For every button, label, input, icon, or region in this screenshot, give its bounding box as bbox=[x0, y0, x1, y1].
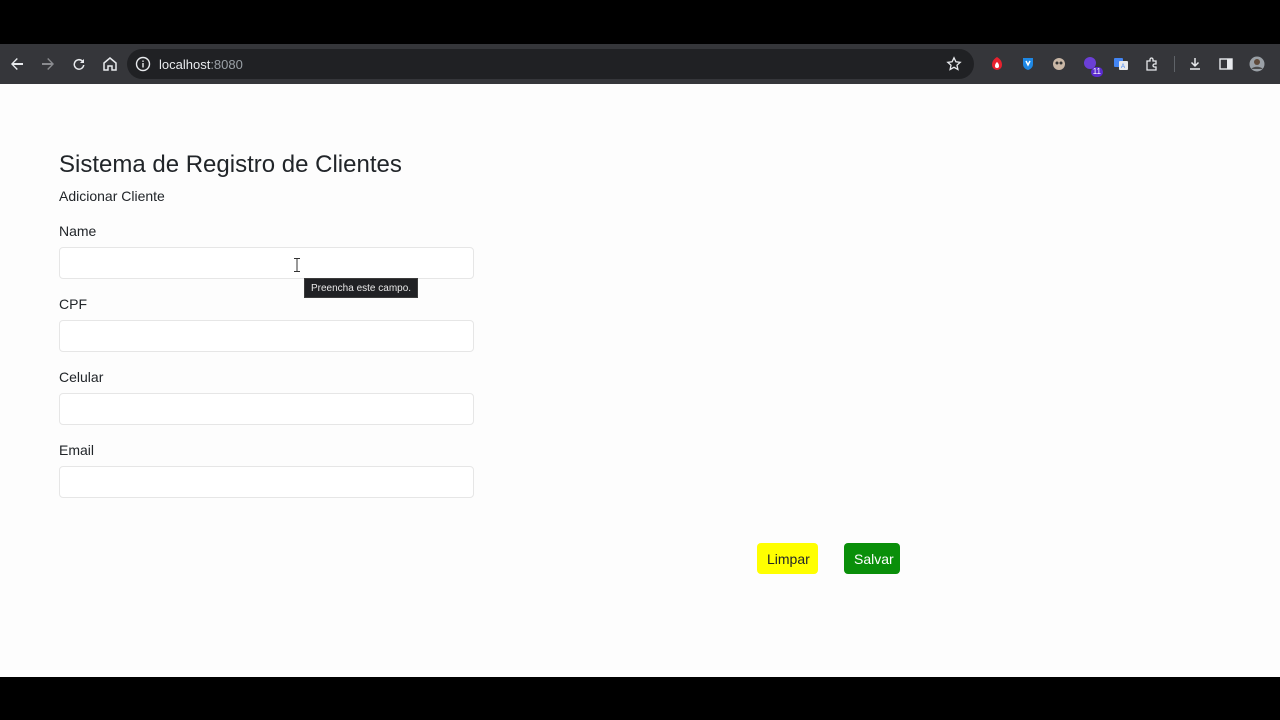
download-icon[interactable] bbox=[1184, 53, 1206, 75]
page-viewport: Sistema de Registro de Clientes Adiciona… bbox=[0, 84, 1280, 677]
url-text: localhost:8080 bbox=[159, 57, 243, 72]
page-title: Sistema de Registro de Clientes bbox=[59, 151, 402, 178]
back-button[interactable] bbox=[3, 50, 31, 78]
extension-blue-shield-icon[interactable] bbox=[1017, 53, 1039, 75]
screen-bottom-border bbox=[0, 677, 1280, 720]
clear-button[interactable]: Limpar bbox=[757, 543, 818, 574]
name-label: Name bbox=[59, 223, 97, 239]
cpf-input[interactable] bbox=[59, 320, 474, 352]
profile-avatar-icon[interactable] bbox=[1246, 53, 1268, 75]
home-button[interactable] bbox=[96, 50, 124, 78]
cpf-label: CPF bbox=[59, 296, 87, 312]
svg-text:A: A bbox=[1121, 64, 1125, 70]
extension-badge: 11 bbox=[1090, 67, 1103, 77]
extension-purple-icon[interactable]: 11 bbox=[1079, 53, 1103, 77]
reload-button[interactable] bbox=[65, 50, 93, 78]
site-info-icon[interactable] bbox=[135, 56, 151, 72]
email-label: Email bbox=[59, 442, 95, 458]
extension-red-icon[interactable] bbox=[986, 53, 1008, 75]
side-panel-icon[interactable] bbox=[1215, 53, 1237, 75]
extensions-puzzle-icon[interactable] bbox=[1141, 53, 1163, 75]
bookmark-star-icon[interactable] bbox=[946, 56, 962, 72]
celular-input[interactable] bbox=[59, 393, 474, 425]
browser-toolbar: localhost:8080 11 A bbox=[0, 44, 1280, 84]
url-port: :8080 bbox=[210, 56, 243, 72]
email-input[interactable] bbox=[59, 466, 474, 498]
url-host: localhost bbox=[159, 56, 211, 72]
extensions-area: 11 A bbox=[986, 44, 1277, 84]
google-translate-icon[interactable]: A bbox=[1110, 53, 1132, 75]
forward-button[interactable] bbox=[34, 50, 62, 78]
validation-tooltip: Preencha este campo. bbox=[304, 278, 419, 298]
reload-icon bbox=[73, 58, 85, 70]
extension-face-icon[interactable] bbox=[1048, 53, 1070, 75]
forward-arrow-icon bbox=[42, 58, 54, 70]
save-button[interactable]: Salvar bbox=[844, 543, 900, 574]
address-bar[interactable]: localhost:8080 bbox=[127, 49, 974, 79]
screen-top-border bbox=[0, 0, 1280, 44]
back-arrow-icon bbox=[11, 58, 23, 70]
celular-label: Celular bbox=[59, 369, 104, 385]
home-icon bbox=[103, 57, 117, 71]
text-cursor-icon bbox=[294, 258, 300, 272]
toolbar-separator bbox=[1174, 56, 1175, 72]
name-input[interactable] bbox=[59, 247, 474, 279]
page-subtitle: Adicionar Cliente bbox=[59, 188, 165, 204]
